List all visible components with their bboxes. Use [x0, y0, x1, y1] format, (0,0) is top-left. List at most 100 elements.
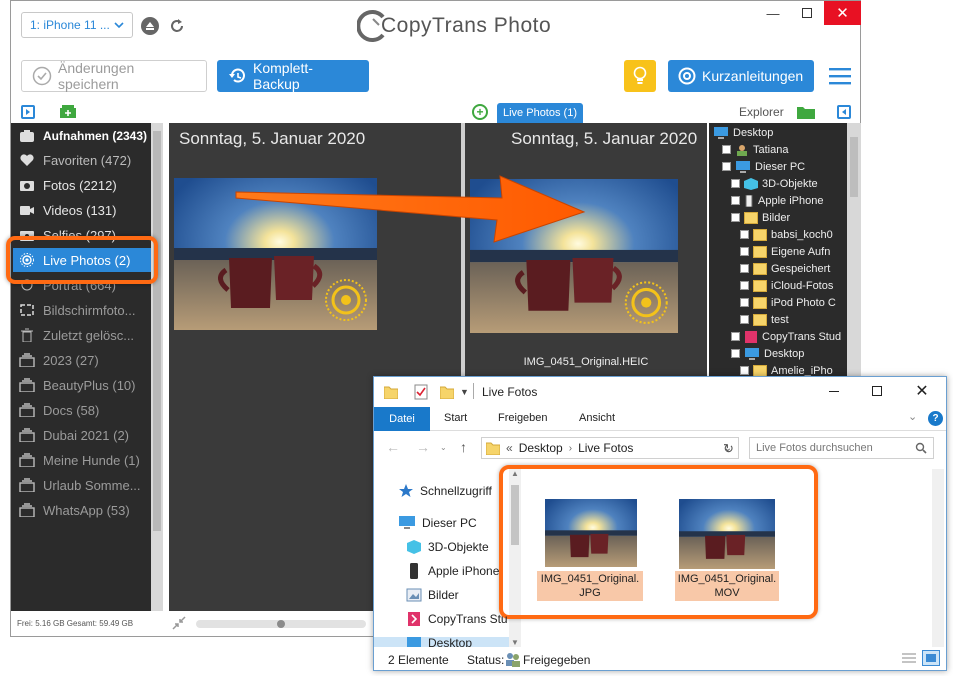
- tree-item[interactable]: Amelie_iPho: [740, 362, 833, 377]
- tree-expand-icon[interactable]: [740, 281, 749, 290]
- files-scrollbar[interactable]: [932, 469, 944, 647]
- tree-expand-icon[interactable]: [740, 230, 749, 239]
- sidebar-item[interactable]: Docs (58): [13, 398, 151, 422]
- tree-item[interactable]: Eigene Aufn: [740, 243, 830, 260]
- folder-icon: [753, 296, 767, 309]
- details-view-icon[interactable]: [901, 652, 917, 666]
- sidebar-item[interactable]: WhatsApp (53): [13, 498, 151, 522]
- sidebar-item[interactable]: Zuletzt gelösc...: [13, 323, 151, 347]
- zoom-slider-handle[interactable]: [277, 620, 285, 628]
- sidebar-item[interactable]: Fotos (2212): [13, 173, 151, 197]
- ribbon-expand-icon[interactable]: ⌄: [908, 410, 917, 423]
- collapse-left-icon[interactable]: [21, 105, 35, 119]
- tree-expand-icon[interactable]: [731, 179, 740, 188]
- tree-item[interactable]: Tatiana: [722, 141, 788, 158]
- tree-item[interactable]: babsi_koch0: [740, 226, 833, 243]
- tree-item[interactable]: iCloud-Fotos: [740, 277, 833, 294]
- explorer-minimize-button[interactable]: [814, 381, 854, 401]
- back-icon[interactable]: ←: [386, 439, 400, 455]
- tab-live-photos[interactable]: Live Photos (1): [497, 103, 583, 123]
- tree-expand-icon[interactable]: [740, 264, 749, 273]
- address-bar[interactable]: « Desktop › Live Fotos ⌄: [481, 437, 739, 459]
- nav-item[interactable]: Dieser PC: [398, 515, 477, 531]
- sidebar-item[interactable]: Aufnahmen (2343): [13, 124, 151, 148]
- explorer-maximize-button[interactable]: [857, 381, 897, 401]
- eject-icon[interactable]: [141, 17, 159, 35]
- tree-expand-icon[interactable]: [740, 247, 749, 256]
- tree-item[interactable]: Desktop: [731, 345, 804, 362]
- tree-item[interactable]: Dieser PC: [722, 158, 805, 175]
- sidebar-item[interactable]: Bildschirmfoto...: [13, 298, 151, 322]
- sidebar-item[interactable]: Meine Hunde (1): [13, 448, 151, 472]
- recent-dropdown-icon[interactable]: ⌄: [440, 443, 447, 452]
- tips-bulb-button[interactable]: [624, 60, 656, 92]
- close-button[interactable]: ✕: [824, 1, 861, 25]
- tree-expand-icon[interactable]: [740, 315, 749, 324]
- tree-item[interactable]: Gespeichert: [740, 260, 830, 277]
- folder-icon[interactable]: [797, 105, 815, 119]
- add-album-icon[interactable]: [59, 103, 77, 119]
- ribbon-tab-start[interactable]: Start: [444, 412, 467, 424]
- tree-item[interactable]: Desktop: [713, 124, 773, 141]
- hamburger-menu-icon[interactable]: [829, 67, 851, 85]
- path-segment-desktop[interactable]: Desktop: [519, 441, 563, 455]
- tree-item[interactable]: CopyTrans Stud: [731, 328, 841, 345]
- search-input[interactable]: Live Fotos durchsuchen: [749, 437, 934, 459]
- tree-item[interactable]: Apple iPhone: [731, 192, 823, 209]
- sidebar-item[interactable]: 2023 (27): [13, 348, 151, 372]
- address-refresh-icon[interactable]: ↻: [723, 441, 734, 457]
- tree-expand-icon[interactable]: [731, 196, 740, 205]
- nav-item[interactable]: Bilder: [406, 587, 459, 603]
- tree-expand-icon[interactable]: [731, 332, 740, 341]
- device-selector[interactable]: 1: iPhone 11 ...: [21, 12, 133, 38]
- collapse-right-icon[interactable]: [837, 105, 851, 119]
- sidebar-item[interactable]: Favoriten (472): [13, 148, 151, 172]
- nav-item[interactable]: Schnellzugriff: [398, 483, 492, 499]
- tree-expand-icon[interactable]: [740, 366, 749, 375]
- large-icons-view-icon[interactable]: [922, 650, 940, 666]
- sidebar-item[interactable]: Urlaub Somme...: [13, 473, 151, 497]
- full-backup-button[interactable]: Komplett-Backup: [217, 60, 369, 92]
- sidebar-scrollbar[interactable]: [151, 123, 163, 611]
- minimize-button[interactable]: —: [756, 1, 790, 25]
- tree-item[interactable]: test: [740, 311, 789, 328]
- add-icon[interactable]: +: [472, 104, 488, 120]
- tree-expand-icon[interactable]: [731, 213, 740, 222]
- folder-icon: [753, 262, 767, 275]
- tree-item[interactable]: Bilder: [731, 209, 790, 226]
- tree-expand-icon[interactable]: [740, 298, 749, 307]
- new-folder-icon[interactable]: [440, 385, 454, 399]
- ribbon-tab-ansicht[interactable]: Ansicht: [579, 412, 615, 424]
- shrink-icon[interactable]: [171, 615, 187, 631]
- sidebar-item[interactable]: Dubai 2021 (2): [13, 423, 151, 447]
- tree-expand-icon[interactable]: [731, 349, 740, 358]
- maximize-button[interactable]: [790, 1, 824, 25]
- guides-button[interactable]: Kurzanleitungen: [668, 60, 814, 92]
- nav-item[interactable]: 3D-Objekte: [406, 539, 489, 555]
- screenshot-icon: [19, 303, 35, 317]
- qat-dropdown-icon[interactable]: ▼: [460, 387, 469, 397]
- refresh-icon[interactable]: [167, 16, 187, 36]
- tree-item[interactable]: iPod Photo C: [740, 294, 836, 311]
- forward-icon[interactable]: →: [416, 439, 430, 455]
- path-segment-live-fotos[interactable]: Live Fotos: [578, 441, 633, 455]
- quick-folder-icon[interactable]: [384, 385, 398, 399]
- zoom-slider[interactable]: [196, 620, 366, 628]
- up-icon[interactable]: ↑: [460, 439, 467, 455]
- nav-item[interactable]: CopyTrans Stu: [406, 611, 508, 627]
- sidebar-item[interactable]: BeautyPlus (10): [13, 373, 151, 397]
- help-icon[interactable]: ?: [928, 411, 943, 426]
- tree-item[interactable]: 3D-Objekte: [731, 175, 818, 192]
- ribbon-tab-freigeben[interactable]: Freigeben: [498, 412, 548, 424]
- nav-item[interactable]: Desktop: [406, 635, 472, 647]
- tree-expand-icon[interactable]: [722, 145, 731, 154]
- ribbon-tab-datei[interactable]: Datei: [374, 407, 430, 431]
- save-changes-button[interactable]: Änderungen speichern: [21, 60, 207, 92]
- search-icon: [915, 442, 927, 454]
- explorer-close-button[interactable]: ✕: [902, 381, 942, 401]
- nav-item[interactable]: Apple iPhone: [406, 563, 499, 579]
- sidebar-item[interactable]: Videos (131): [13, 198, 151, 222]
- tree-scrollbar[interactable]: [847, 123, 861, 377]
- tree-expand-icon[interactable]: [722, 162, 731, 171]
- properties-icon[interactable]: [414, 384, 428, 400]
